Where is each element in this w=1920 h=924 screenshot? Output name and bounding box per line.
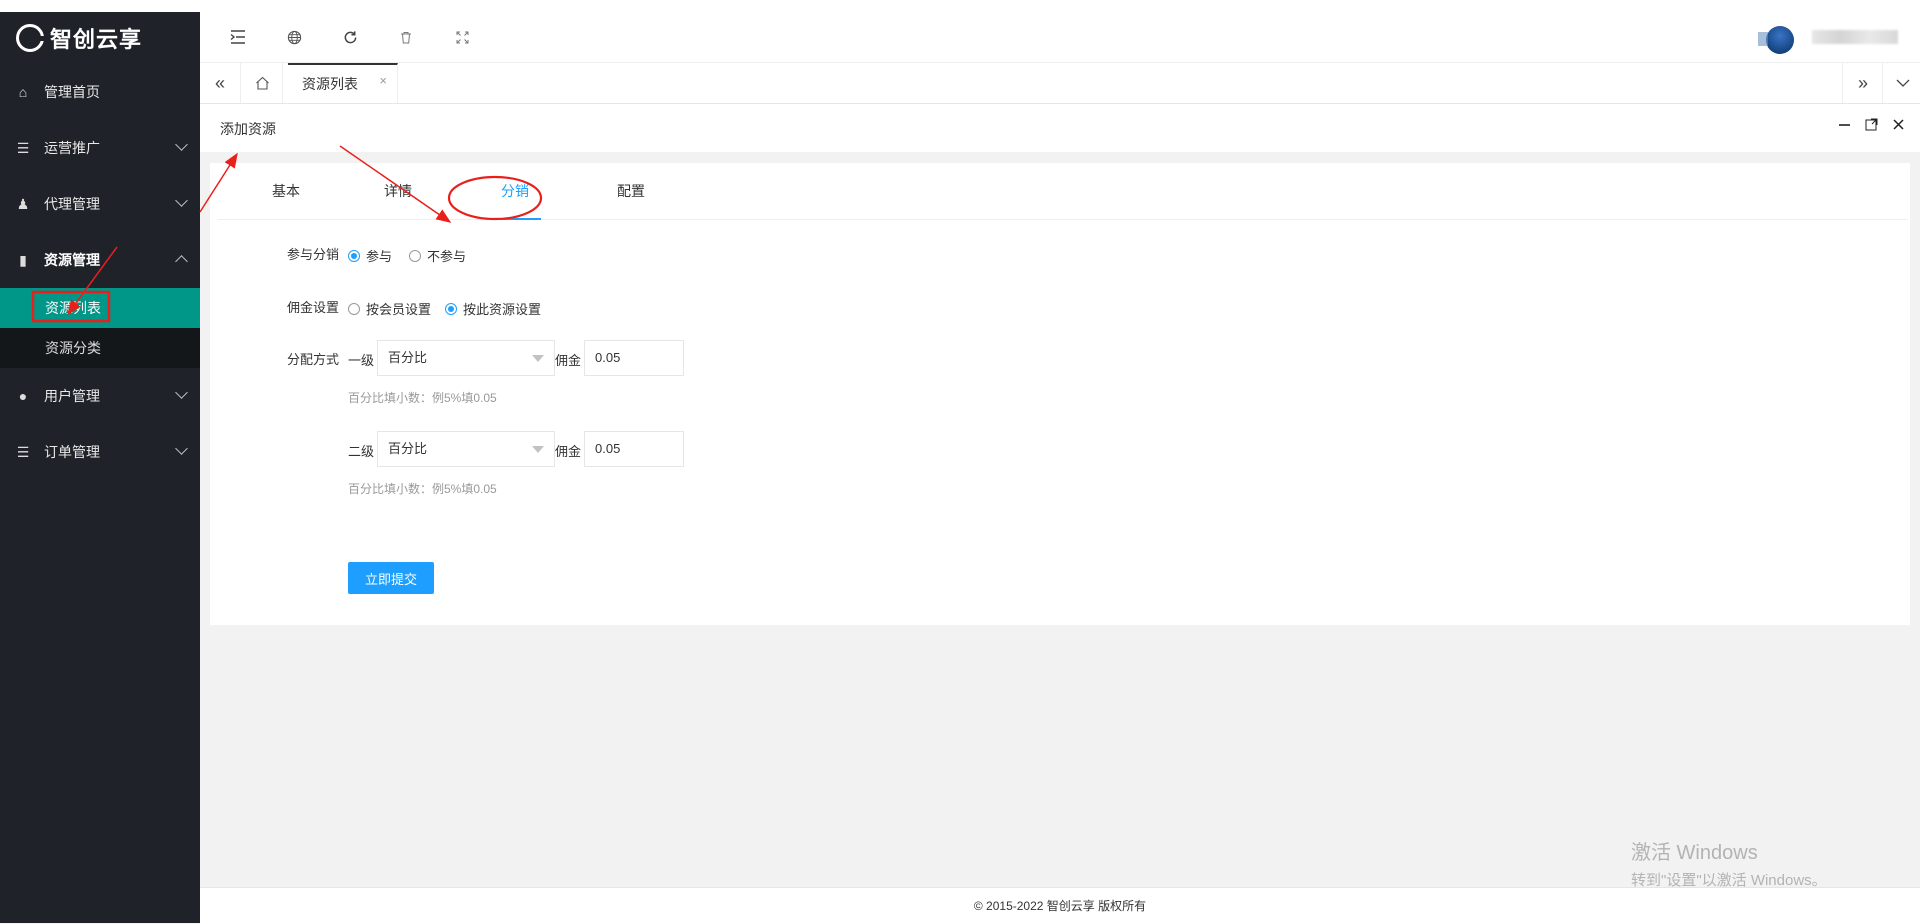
chevron-down-icon[interactable]: [1882, 63, 1920, 103]
home-tab-icon[interactable]: [242, 63, 283, 103]
sidebar-subitem-resource-category[interactable]: 资源分类: [0, 328, 200, 368]
refresh-icon[interactable]: [322, 12, 378, 62]
radio-not-participate[interactable]: 不参与: [409, 246, 466, 265]
sidebar-item-users[interactable]: ● 用户管理: [0, 368, 200, 424]
list-icon: ☰: [16, 139, 30, 156]
page-tabs-bar: « 资源列表 × »: [200, 63, 1920, 104]
sidebar-item-agents[interactable]: ♟ 代理管理: [0, 176, 200, 232]
chevron-down-icon: [175, 194, 188, 207]
logo-icon: [16, 24, 44, 52]
caret-down-icon: [532, 446, 544, 453]
sidebar: 智创云享 ⌂ 管理首页 ☰ 运营推广 ♟ 代理管理 ▮ 资源管理 资源列表 资源…: [0, 12, 200, 923]
sidebar-item-label: 运营推广: [44, 140, 100, 156]
fullscreen-icon[interactable]: [434, 12, 490, 62]
tab-basic[interactable]: 基本: [251, 163, 321, 219]
select-value: 百分比: [388, 441, 428, 456]
chevron-up-icon: [175, 255, 188, 268]
form-card: 基本 详情 分销 配置 参与分销 参与 不参与 佣金设置 按会员设置 按此资源设…: [210, 163, 1910, 625]
collapse-menu-icon[interactable]: [210, 12, 266, 62]
sidebar-menu: ⌂ 管理首页 ☰ 运营推广 ♟ 代理管理 ▮ 资源管理 资源列表 资源分类 ● …: [0, 64, 200, 480]
avatar[interactable]: [1758, 26, 1794, 54]
level-2-label: 二级: [348, 444, 375, 459]
close-dialog-icon[interactable]: [1889, 118, 1907, 136]
sidebar-item-orders[interactable]: ☰ 订单管理: [0, 424, 200, 480]
select-value: 百分比: [388, 350, 428, 365]
distribution-label: 分配方式: [287, 352, 340, 367]
top-header: [200, 12, 1920, 63]
sidebar-item-label: 用户管理: [44, 388, 100, 404]
home-icon: ⌂: [18, 84, 28, 100]
sidebar-subitem-resource-list[interactable]: 资源列表: [0, 288, 200, 328]
minimize-icon[interactable]: [1835, 118, 1853, 136]
radio-by-resource[interactable]: 按此资源设置: [445, 299, 541, 318]
level-1-label: 一级: [348, 353, 375, 368]
sidebar-item-home[interactable]: ⌂ 管理首页: [0, 64, 200, 120]
watermark-line2: 转到"设置"以激活 Windows。: [1631, 872, 1827, 889]
chevron-down-icon: [175, 386, 188, 399]
watermark-line1: 激活 Windows: [1631, 842, 1758, 864]
double-chevron-left-icon[interactable]: «: [200, 63, 241, 103]
level-1-type-select[interactable]: 百分比: [377, 340, 555, 376]
radio-label: 参与: [366, 249, 393, 264]
chevron-down-icon: [175, 138, 188, 151]
users-icon: ♟: [16, 195, 30, 212]
dialog-title: 添加资源: [220, 121, 276, 137]
sidebar-item-label: 订单管理: [44, 444, 100, 460]
tab-distribution[interactable]: 分销: [480, 163, 550, 220]
form-tabs: 基本 详情 分销 配置: [218, 163, 1908, 220]
sidebar-item-label: 管理首页: [44, 84, 100, 100]
radio-dot: [409, 249, 421, 262]
username-blurred[interactable]: [1812, 30, 1898, 44]
double-chevron-right-icon[interactable]: »: [1842, 63, 1883, 103]
radio-label: 按此资源设置: [463, 302, 542, 317]
sidebar-item-label: 资源管理: [44, 252, 100, 268]
radio-by-member[interactable]: 按会员设置: [348, 299, 431, 318]
tab-resource-list[interactable]: 资源列表 ×: [288, 63, 398, 103]
maximize-icon[interactable]: [1862, 118, 1880, 136]
resources-submenu: 资源列表 资源分类: [0, 288, 200, 368]
radio-dot-checked: [348, 249, 360, 262]
tab-details[interactable]: 详情: [363, 163, 433, 219]
radio-dot: [348, 302, 360, 315]
sidebar-item-resources[interactable]: ▮ 资源管理: [0, 232, 200, 288]
sidebar-item-label: 代理管理: [44, 196, 100, 212]
commission-setting-label: 佣金设置: [287, 300, 340, 315]
participate-label: 参与分销: [287, 247, 340, 262]
level-1-hint: 百分比填小数：例5%填0.05: [348, 391, 497, 405]
radio-dot-checked: [445, 302, 457, 315]
top-strip: [0, 0, 1920, 12]
sidebar-item-operations[interactable]: ☰ 运营推广: [0, 120, 200, 176]
level-2-type-select[interactable]: 百分比: [377, 431, 555, 467]
level-2-hint: 百分比填小数：例5%填0.05: [348, 482, 497, 496]
submit-button[interactable]: 立即提交: [348, 562, 434, 594]
close-icon[interactable]: ×: [379, 73, 387, 88]
caret-down-icon: [532, 355, 544, 362]
tab-label: 资源列表: [302, 76, 358, 92]
tab-config[interactable]: 配置: [596, 163, 666, 219]
globe-icon[interactable]: [266, 12, 322, 62]
radio-label: 不参与: [427, 249, 467, 264]
list-icon: ☰: [16, 443, 30, 460]
level-1-commission-input[interactable]: 0.05: [584, 340, 684, 376]
chevron-down-icon: [175, 442, 188, 455]
book-icon: ▮: [19, 251, 27, 268]
brand-name: 智创云享: [50, 27, 143, 52]
user-icon: ●: [18, 388, 28, 404]
level-2-commission-input[interactable]: 0.05: [584, 431, 684, 467]
radio-participate[interactable]: 参与: [348, 246, 392, 265]
windows-activation-watermark: 激活 Windows 转到"设置"以激活 Windows。: [1631, 836, 1827, 890]
radio-label: 按会员设置: [366, 302, 432, 317]
brand-logo[interactable]: 智创云享: [0, 12, 200, 64]
trash-icon[interactable]: [378, 12, 434, 62]
level-2-commission-label: 佣金: [555, 444, 582, 459]
footer: © 2015-2022 智创云享 版权所有: [200, 887, 1920, 924]
dialog-title-bar: 添加资源: [200, 104, 1920, 152]
level-1-commission-label: 佣金: [555, 353, 582, 368]
